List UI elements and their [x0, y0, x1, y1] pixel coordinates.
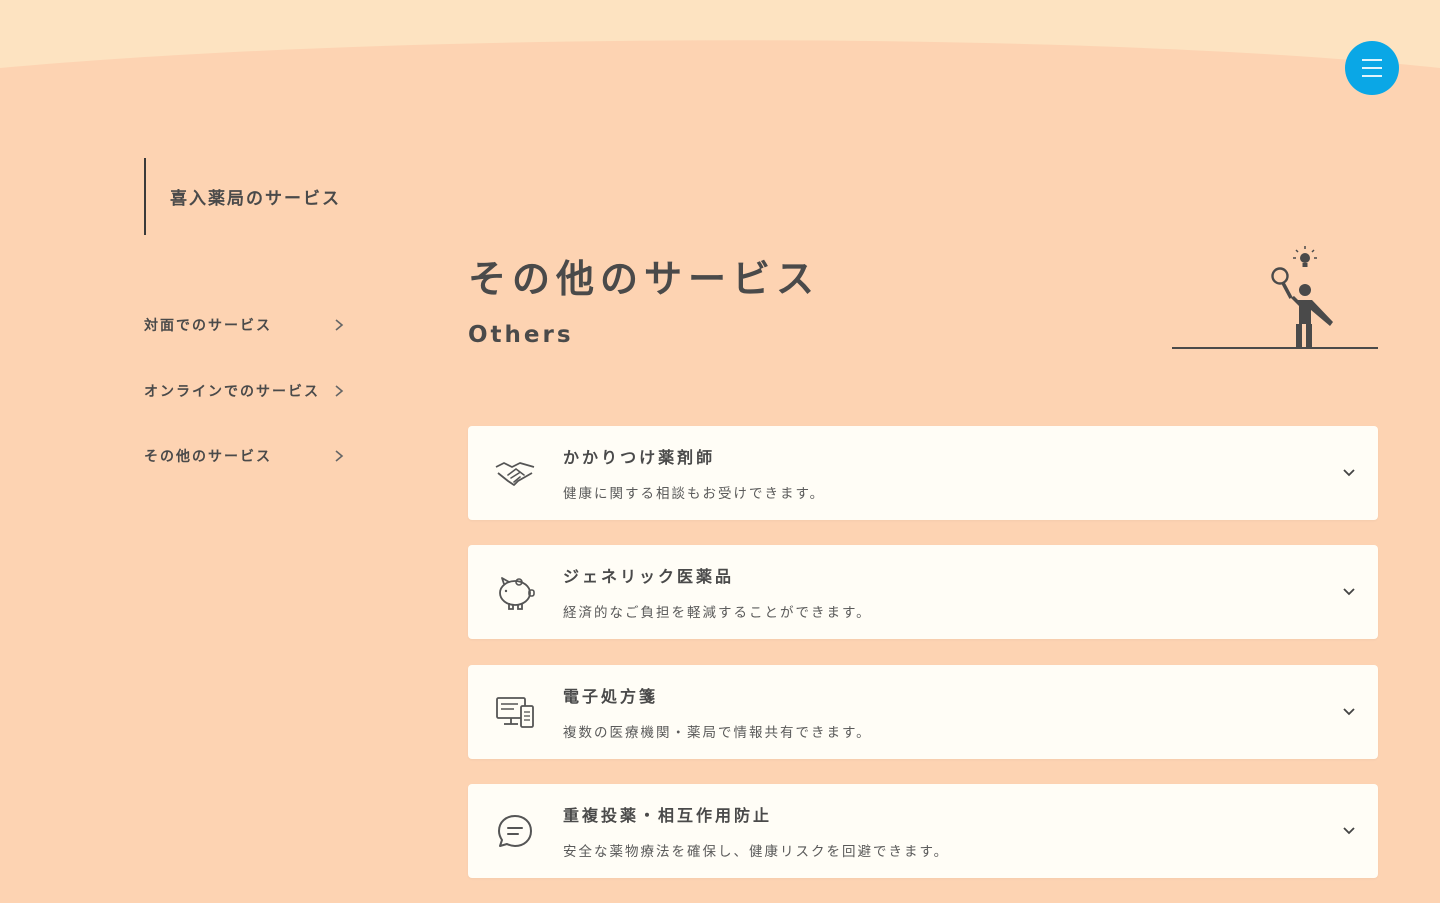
handshake-icon: [495, 462, 535, 486]
page-subtitle: Others: [468, 322, 574, 348]
chevron-down-icon[interactable]: [1342, 705, 1356, 719]
service-text: かかりつけ薬剤師 健康に関する相談もお受けできます。: [563, 444, 825, 502]
sidebar-item-label: オンラインでのサービス: [144, 383, 320, 400]
chat-bubble-icon: [498, 814, 532, 847]
page-title: その他のサービス: [468, 257, 821, 301]
service-card-pharmacist[interactable]: かかりつけ薬剤師 健康に関する相談もお受けできます。: [468, 426, 1378, 520]
service-description: 複数の医療機関・薬局で情報共有できます。: [563, 724, 872, 741]
service-description: 安全な薬物療法を確保し、健康リスクを回避できます。: [563, 843, 950, 860]
sidebar-item-online[interactable]: オンラインでのサービス: [144, 371, 344, 411]
sidebar-title-block: 喜入薬局のサービス: [144, 158, 341, 235]
sidebar-item-others[interactable]: その他のサービス: [144, 436, 344, 476]
devices-icon: [496, 696, 534, 728]
service-title: 電子処方箋: [563, 686, 659, 706]
chevron-right-icon: [335, 319, 344, 331]
hamburger-icon: [1362, 59, 1382, 77]
service-title: ジェネリック医薬品: [563, 567, 735, 587]
sidebar-item-label: その他のサービス: [144, 449, 272, 465]
sidebar-item-face-to-face[interactable]: 対面でのサービス: [144, 305, 344, 345]
chevron-right-icon: [335, 384, 344, 397]
chevron-right-icon: [335, 450, 344, 462]
chevron-down-icon[interactable]: [1342, 824, 1356, 838]
sidebar-title: 喜入薬局のサービス: [170, 189, 341, 209]
sidebar-item-label: 対面でのサービス: [144, 318, 272, 334]
top-wave-band: [0, 0, 1440, 68]
service-text: 重複投薬・相互作用防止 安全な薬物療法を確保し、健康リスクを回避できます。: [563, 802, 949, 860]
menu-button[interactable]: [1345, 41, 1399, 95]
chevron-down-icon[interactable]: [1342, 466, 1356, 480]
chevron-down-icon[interactable]: [1342, 585, 1356, 599]
service-card-generic[interactable]: ジェネリック医薬品 経済的なご負担を軽減することができます。: [468, 545, 1378, 640]
service-description: 健康に関する相談もお受けできます。: [563, 486, 826, 502]
service-text: 電子処方箋 複数の医療機関・薬局で情報共有できます。: [563, 683, 872, 741]
person-idea-illustration: [1172, 246, 1378, 349]
service-title: かかりつけ薬剤師: [563, 448, 716, 467]
piggy-bank-icon: [499, 577, 535, 611]
service-text: ジェネリック医薬品 経済的なご負担を軽減することができます。: [563, 563, 872, 621]
sidebar-nav: 対面でのサービス オンラインでのサービス その他のサービス: [144, 305, 344, 502]
service-description: 経済的なご負担を軽減することができます。: [563, 605, 872, 622]
services-list: かかりつけ薬剤師 健康に関する相談もお受けできます。 ジェネリック医薬品 経済的…: [468, 426, 1378, 903]
service-card-e-prescription[interactable]: 電子処方箋 複数の医療機関・薬局で情報共有できます。: [468, 664, 1378, 759]
service-card-duplicate-prevention[interactable]: 重複投薬・相互作用防止 安全な薬物療法を確保し、健康リスクを回避できます。: [468, 783, 1378, 878]
service-title: 重複投薬・相互作用防止: [563, 805, 773, 825]
